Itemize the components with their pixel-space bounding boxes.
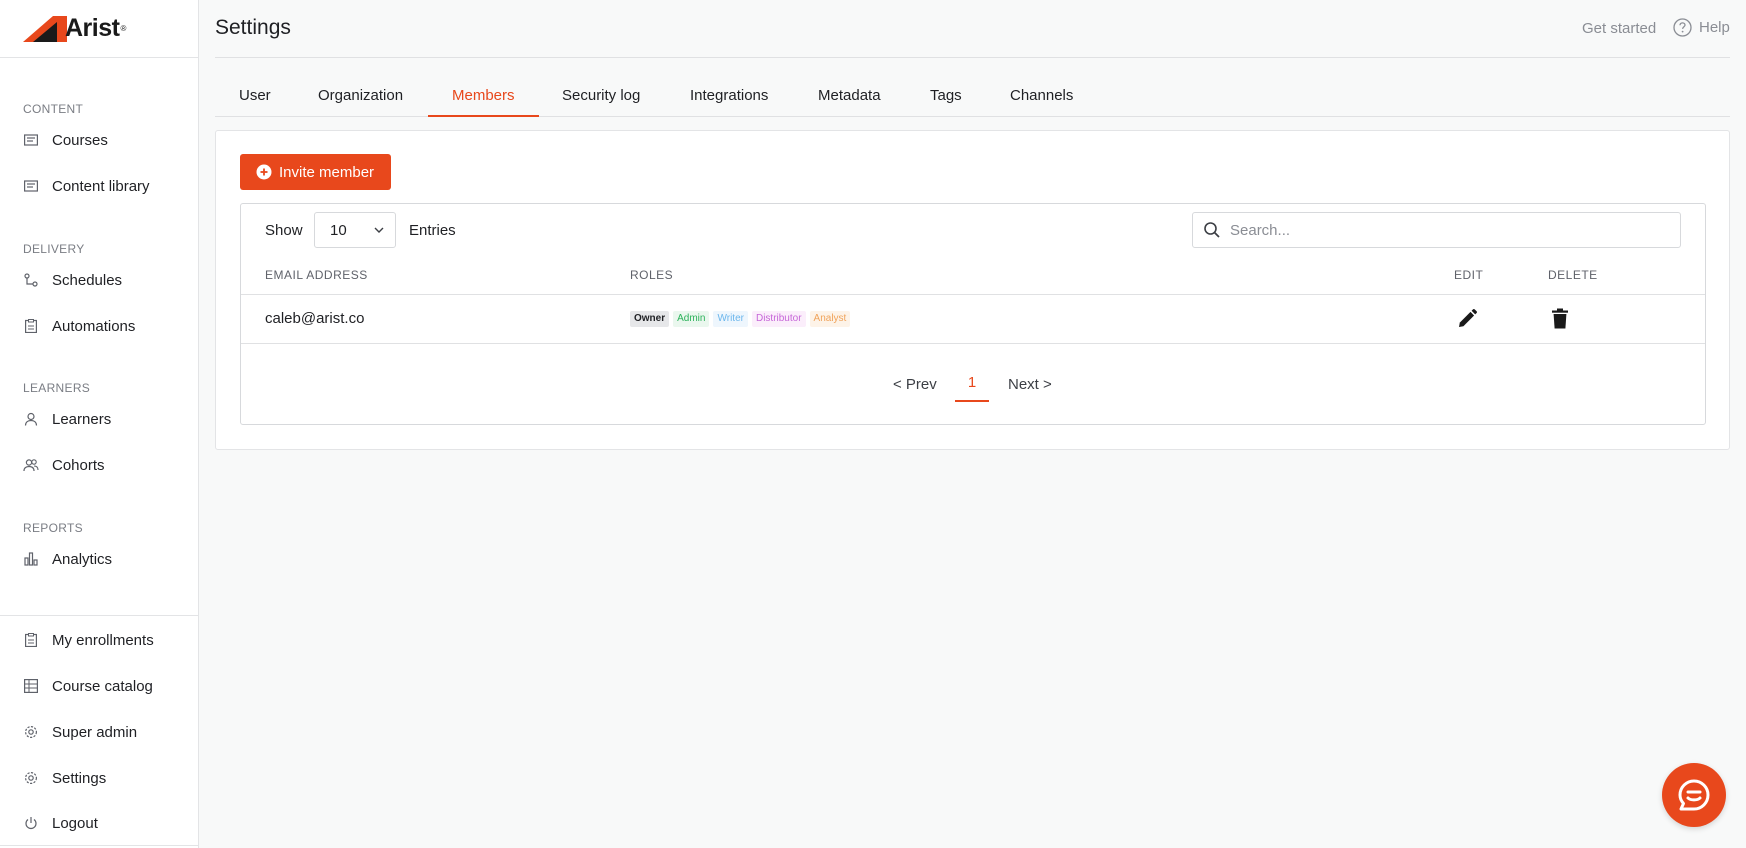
show-label: Show	[265, 222, 303, 239]
header-divider	[215, 57, 1730, 58]
prev-page-button[interactable]: < Prev	[893, 376, 937, 393]
role-badge-writer: Writer	[713, 311, 748, 327]
nav-heading-content: CONTENT	[23, 102, 84, 116]
sidebar-item-label: Cohorts	[52, 456, 105, 474]
sidebar-item-label: Content library	[52, 177, 150, 195]
entries-label: Entries	[409, 222, 456, 239]
get-started-link[interactable]: Get started	[1582, 20, 1656, 37]
catalog-icon	[23, 678, 39, 694]
role-badges: Owner Admin Writer Distributor Analyst	[630, 311, 851, 327]
next-page-button[interactable]: Next >	[1008, 376, 1052, 393]
role-badge-owner: Owner	[630, 311, 670, 327]
sidebar-item-schedules[interactable]: Schedules	[0, 262, 199, 298]
sidebar-item-courses[interactable]: Courses	[0, 122, 199, 158]
sidebar-item-label: Learners	[52, 410, 112, 428]
nav-heading-learners: LEARNERS	[23, 381, 91, 395]
sidebar-item-label: Analytics	[52, 550, 113, 568]
sidebar-item-my-enrollments[interactable]: My enrollments	[0, 622, 199, 658]
tab-tags[interactable]: Tags	[906, 80, 986, 117]
sidebar-item-settings[interactable]: Settings	[0, 760, 199, 796]
tab-members[interactable]: Members	[428, 80, 539, 117]
users-icon	[23, 457, 39, 473]
sidebar-divider-bottom	[0, 845, 199, 846]
tab-integrations[interactable]: Integrations	[666, 80, 792, 117]
sidebar-item-automations[interactable]: Automations	[0, 308, 199, 344]
tab-metadata[interactable]: Metadata	[794, 80, 905, 117]
settings-tabs: User Organization Members Security log I…	[215, 80, 1730, 117]
help-link[interactable]: Help	[1673, 18, 1730, 37]
logo-text: Arist	[65, 14, 120, 42]
sidebar-item-learners[interactable]: Learners	[0, 401, 199, 437]
tab-user[interactable]: User	[215, 80, 295, 117]
courses-icon	[23, 132, 39, 148]
nav-heading-reports: REPORTS	[23, 521, 83, 535]
sidebar-divider	[0, 615, 199, 616]
sidebar-item-cohorts[interactable]: Cohorts	[0, 447, 199, 483]
sidebar-item-super-admin[interactable]: Super admin	[0, 714, 199, 750]
clipboard-icon	[23, 632, 39, 648]
column-header-edit: EDIT	[1454, 268, 1484, 282]
sidebar-item-analytics[interactable]: Analytics	[0, 541, 199, 577]
invite-member-label: Invite member	[279, 163, 375, 181]
column-header-delete: DELETE	[1548, 268, 1598, 282]
plus-circle-icon	[256, 164, 272, 180]
page-title: Settings	[215, 16, 291, 39]
edit-pencil-icon[interactable]	[1457, 309, 1477, 329]
sidebar-item-content-library[interactable]: Content library	[0, 168, 199, 204]
member-email: caleb@arist.co	[265, 310, 365, 327]
sidebar-item-label: Courses	[52, 131, 108, 149]
sidebar-item-logout[interactable]: Logout	[0, 805, 199, 841]
tab-channels[interactable]: Channels	[986, 80, 1097, 117]
sidebar-item-label: Course catalog	[52, 677, 153, 695]
role-badge-admin: Admin	[673, 311, 710, 327]
search-box	[1192, 212, 1681, 248]
column-header-roles: ROLES	[630, 268, 674, 282]
sidebar-item-label: Schedules	[52, 271, 123, 289]
members-table: Show 10 Entries EMAIL ADDRESS ROLES EDIT…	[240, 203, 1706, 425]
sidebar-item-label: Super admin	[52, 723, 138, 741]
entries-value: 10	[330, 221, 347, 239]
gear-icon	[23, 770, 39, 786]
clipboard-icon	[23, 318, 39, 334]
power-icon	[23, 815, 39, 831]
sidebar-item-label: Settings	[52, 769, 107, 787]
tab-organization[interactable]: Organization	[294, 80, 427, 117]
user-icon	[23, 411, 39, 427]
role-badge-distributor: Distributor	[751, 311, 806, 327]
invite-member-button[interactable]: Invite member	[240, 154, 391, 190]
chevron-down-icon	[373, 224, 385, 236]
chat-support-button[interactable]	[1662, 763, 1726, 827]
entries-per-page-select[interactable]: 10	[314, 212, 396, 248]
logo-registered-mark: ®	[120, 24, 127, 33]
role-badge-analyst: Analyst	[809, 311, 851, 327]
nav-heading-delivery: DELIVERY	[23, 242, 85, 256]
gear-icon	[23, 724, 39, 740]
library-icon	[23, 178, 39, 194]
sidebar-item-label: Logout	[52, 814, 98, 832]
delete-trash-icon[interactable]	[1552, 308, 1568, 329]
sidebar-item-label: My enrollments	[52, 631, 154, 649]
chat-bubble-icon	[1678, 779, 1710, 811]
table-row: caleb@arist.co Owner Admin Writer Distri…	[241, 294, 1705, 344]
page-number-current[interactable]: 1	[955, 374, 989, 402]
pagination: < Prev 1 Next >	[241, 374, 1705, 406]
tab-security-log[interactable]: Security log	[538, 80, 664, 117]
help-circle-icon	[1673, 18, 1692, 37]
search-icon	[1203, 221, 1221, 239]
logo[interactable]: Arist ®	[0, 0, 198, 58]
sidebar-item-course-catalog[interactable]: Course catalog	[0, 668, 199, 704]
help-label: Help	[1699, 19, 1730, 36]
sidebar-item-label: Automations	[52, 317, 136, 335]
sidebar: Arist ® CONTENT Courses Content library …	[0, 0, 199, 848]
bar-chart-icon	[23, 551, 39, 567]
arist-logo-icon	[23, 15, 67, 42]
members-card: Invite member Show 10 Entries EMAIL ADDR…	[215, 130, 1730, 450]
column-header-email: EMAIL ADDRESS	[265, 268, 368, 282]
search-input[interactable]	[1230, 221, 1670, 239]
schedule-icon	[23, 272, 39, 288]
